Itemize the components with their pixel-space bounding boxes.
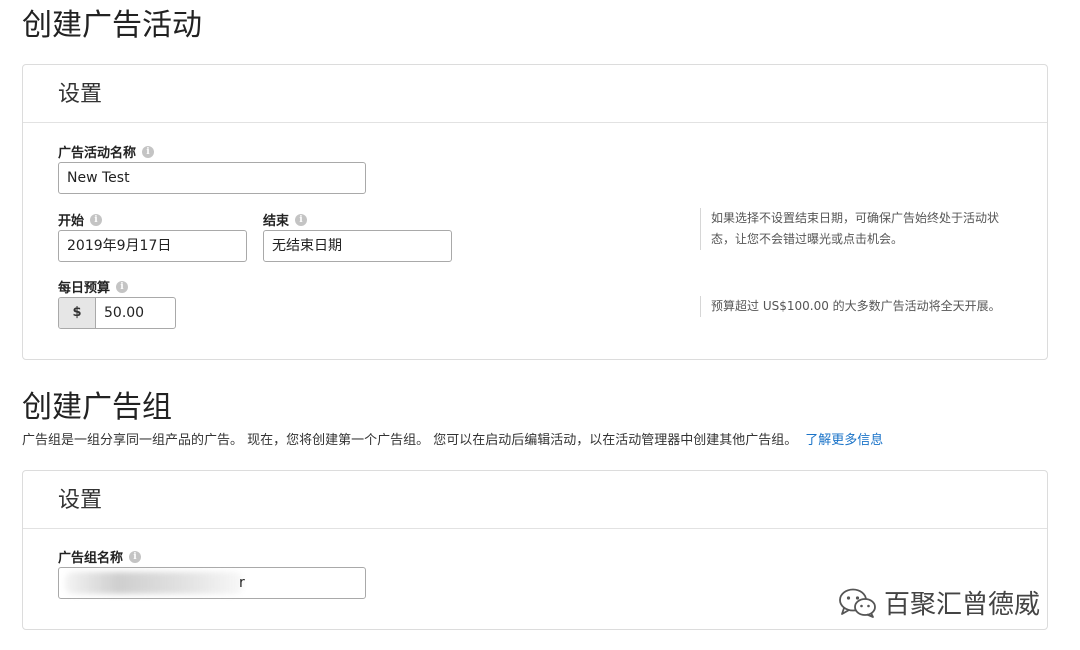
- ad-group-title: 创建广告组: [22, 390, 172, 425]
- watermark-text: 百聚汇曾德威: [884, 590, 1041, 620]
- wechat-icon: [839, 588, 876, 618]
- info-icon[interactable]: i: [295, 213, 308, 226]
- ad-group-settings-header: 设置: [23, 471, 1047, 529]
- learn-more-link[interactable]: 了解更多信息: [805, 433, 883, 448]
- budget-hint: 预算超过 US$100.00 的大多数广告活动将全天开展。: [700, 296, 1021, 317]
- info-icon[interactable]: i: [142, 145, 155, 158]
- info-icon[interactable]: i: [129, 550, 142, 563]
- ad-group-description: 广告组是一组分享同一组产品的广告。 现在，您将创建第一个广告组。 您可以在启动后…: [22, 433, 884, 448]
- daily-budget-field[interactable]: $ 50.00: [58, 297, 176, 329]
- start-date-label: 开始 i: [58, 210, 103, 229]
- end-date-input[interactable]: 无结束日期: [263, 230, 452, 262]
- page-title: 创建广告活动: [22, 8, 202, 43]
- end-date-label: 结束 i: [263, 210, 308, 229]
- currency-prefix: $: [59, 298, 96, 328]
- daily-budget-label: 每日预算 i: [58, 277, 129, 296]
- campaign-settings-card: 设置 广告活动名称 i New Test 开始 i 2019年9月17日 结束 …: [22, 64, 1048, 360]
- ad-group-name-input[interactable]: r: [58, 567, 366, 599]
- campaign-settings-header: 设置: [23, 65, 1047, 123]
- campaign-name-label: 广告活动名称 i: [58, 142, 155, 161]
- redacted-blur: [65, 572, 243, 594]
- info-icon[interactable]: i: [116, 280, 129, 293]
- watermark: 百聚汇曾德威: [838, 584, 1040, 621]
- ad-group-name-label: 广告组名称 i: [58, 547, 142, 566]
- info-icon[interactable]: i: [90, 213, 103, 226]
- end-date-hint: 如果选择不设置结束日期，可确保广告始终处于活动状态，让您不会错过曝光或点击机会。: [700, 208, 1021, 250]
- daily-budget-input[interactable]: 50.00: [96, 298, 175, 328]
- start-date-input[interactable]: 2019年9月17日: [58, 230, 247, 262]
- campaign-name-input[interactable]: New Test: [58, 162, 366, 194]
